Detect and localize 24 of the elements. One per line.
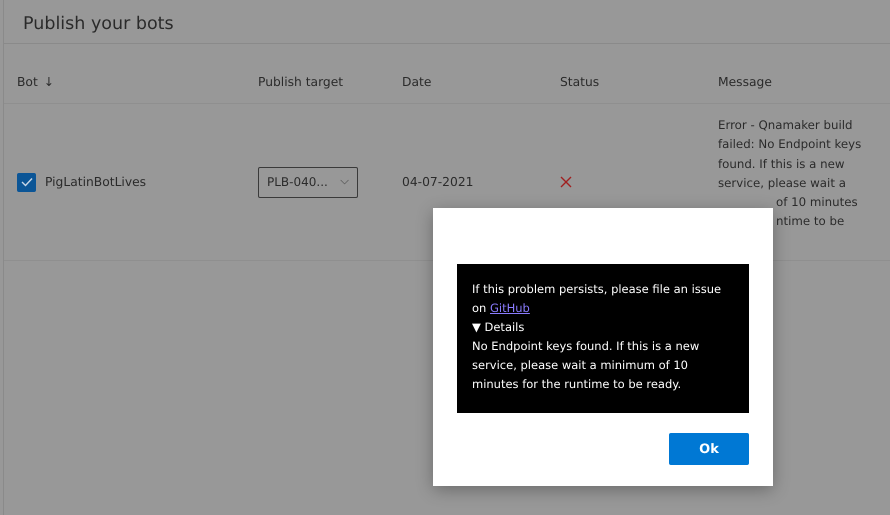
column-header[interactable]: Date (402, 75, 432, 89)
message-text: ntime to be (775, 213, 846, 230)
column-header[interactable]: Status (560, 75, 600, 89)
details-toggle[interactable]: ▼ Details (472, 320, 524, 334)
github-link[interactable]: GitHub (490, 301, 530, 315)
details-text: No Endpoint keys found. If this is a new service, please wait a minimum of 10 minutes for the runtime to be ready. (472, 338, 700, 393)
message-text: found. If this is a new (718, 156, 846, 173)
message-text: Error - Qnamaker build (718, 117, 854, 134)
notice-text: If this problem persists, please file an issue on GitHub (472, 281, 722, 317)
ok-button[interactable]: Ok (669, 433, 749, 465)
chevron-down-icon (340, 178, 349, 186)
checkbox[interactable] (17, 172, 36, 192)
bot-name: PigLatinBotLives (45, 175, 146, 189)
column-header[interactable]: Message (718, 75, 772, 89)
page-title: Publish your bots (4, 0, 890, 44)
message-text: of 10 minutes (775, 194, 859, 212)
column-header[interactable]: Publish target (258, 75, 344, 89)
message-text: service, please wait a (718, 174, 847, 192)
message-text: failed: No Endpoint keys (718, 136, 862, 154)
date: 04-07-2021 (402, 175, 474, 189)
column-header[interactable]: Bot (17, 75, 38, 89)
check-icon (20, 177, 32, 187)
publish-target-dropdown[interactable]: PLB-040... (258, 166, 358, 198)
sort-icon[interactable]: ↓ (44, 75, 54, 89)
